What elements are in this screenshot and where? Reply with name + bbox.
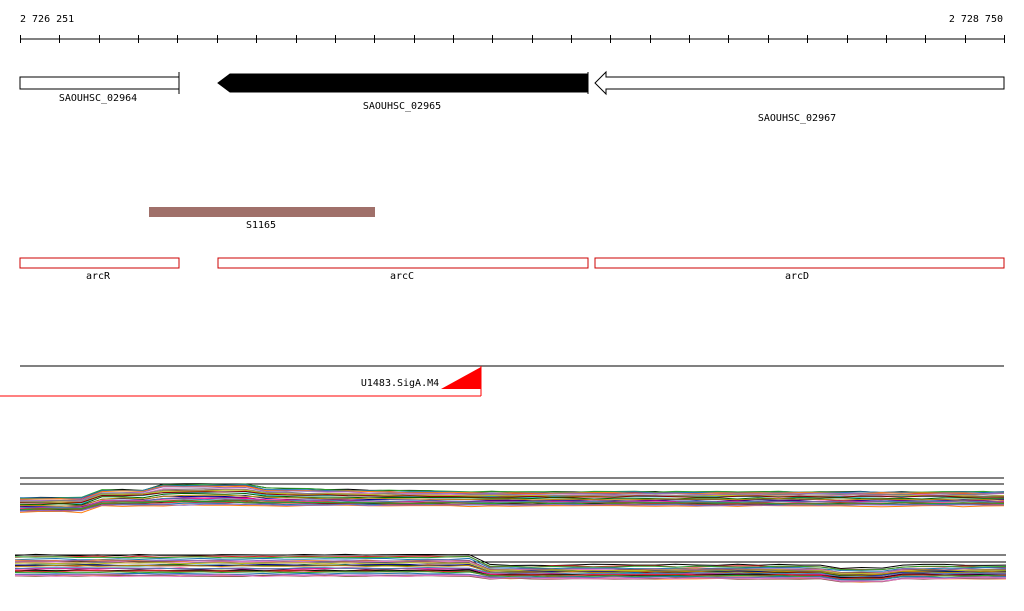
gene-label: SAOUHSC_02964 [59, 93, 137, 104]
gene-label: SAOUHSC_02965 [363, 101, 441, 112]
promoter-track[interactable]: U1483.SigA.M4 [0, 365, 1004, 397]
gene-body[interactable] [19, 76, 180, 90]
operon-track[interactable]: arcR arcC arcD [19, 257, 1005, 282]
gene-feature-saouhsc-02964[interactable]: SAOUHSC_02964 [19, 72, 180, 104]
srna-feature-bar[interactable] [149, 207, 375, 217]
promoter-label: U1483.SigA.M4 [361, 378, 439, 389]
expression-lines [14, 553, 1007, 583]
operon-gene-arcc[interactable] [217, 257, 589, 269]
expression-track-1 [19, 477, 1005, 514]
srna-track[interactable]: S1165 [149, 207, 375, 231]
operon-gene-arcd[interactable] [594, 257, 1005, 269]
gene-feature-saouhsc-02967[interactable]: SAOUHSC_02967 [594, 70, 1005, 124]
operon-gene-arcr[interactable] [19, 257, 180, 269]
coordinate-ruler: 2 726 251 2 728 750 [20, 14, 1005, 43]
operon-gene-label: arcD [785, 271, 809, 282]
ruler-start-label: 2 726 251 [20, 14, 74, 25]
genome-browser: 2 726 251 2 728 750 SAOUHSC_02964 SAOUHS… [0, 14, 1007, 583]
gene-arrow[interactable] [217, 73, 589, 93]
srna-label: S1165 [246, 220, 276, 231]
gene-label: SAOUHSC_02967 [758, 113, 836, 124]
operon-gene-label: arcR [86, 271, 111, 282]
promoter-triangle[interactable] [441, 367, 481, 389]
ruler-end-label: 2 728 750 [949, 14, 1003, 25]
expression-track-2 [14, 553, 1007, 583]
gene-feature-saouhsc-02965[interactable]: SAOUHSC_02965 [217, 72, 589, 112]
operon-gene-label: arcC [390, 271, 414, 282]
expression-lines [19, 483, 1005, 514]
gene-track[interactable]: SAOUHSC_02964 SAOUHSC_02965 SAOUHSC_0296… [19, 70, 1005, 124]
gene-arrow[interactable] [594, 70, 1005, 96]
expression-line [19, 504, 1005, 514]
